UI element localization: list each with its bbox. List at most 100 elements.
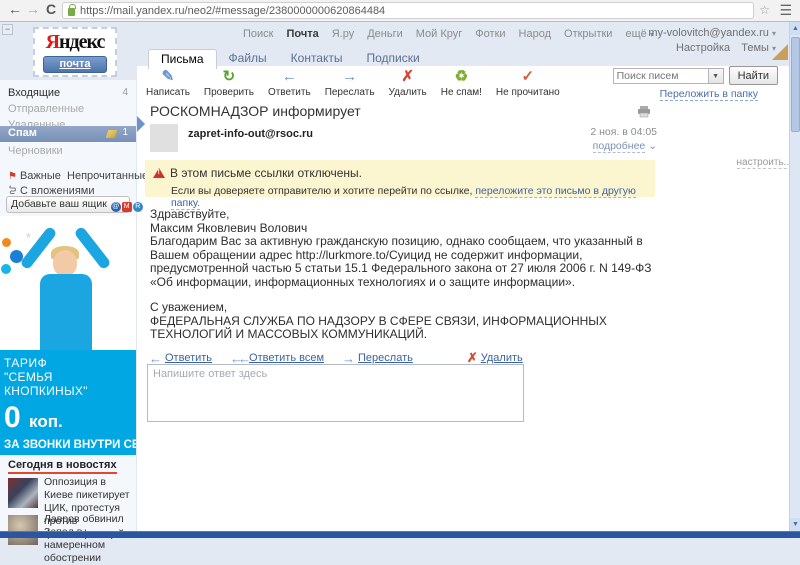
body-greeting: Здравствуйте,: [150, 208, 668, 222]
search-scope-dropdown[interactable]: ▼: [709, 68, 724, 84]
reply-button[interactable]: ←Ответить: [268, 69, 311, 98]
compose-icon: ✎: [146, 69, 190, 85]
folder-count: 4: [122, 87, 128, 98]
delete-button[interactable]: ✗Удалить: [389, 69, 427, 98]
banner-decor: [2, 238, 11, 247]
sender-avatar: [150, 124, 178, 152]
snowflake-decor: *: [26, 230, 31, 245]
delete-link[interactable]: Удалить: [481, 352, 523, 364]
folder-item-inbox[interactable]: Входящие4: [0, 86, 136, 101]
scrollbar-thumb[interactable]: [791, 37, 800, 132]
nav-item-mail[interactable]: Почта: [286, 28, 318, 40]
https-lock-icon: [68, 8, 75, 16]
browser-menu-icon[interactable]: ☰: [779, 2, 792, 19]
check-mail-button[interactable]: ↻Проверить: [204, 69, 254, 98]
search-input[interactable]: [613, 68, 709, 84]
warning-text: Если вы доверяете отправителю и хотите п…: [171, 185, 475, 197]
tab-files[interactable]: Файлы: [217, 49, 279, 69]
themes-link[interactable]: Темы ▾: [741, 42, 776, 54]
nav-item-fotki[interactable]: Фотки: [475, 28, 505, 40]
nav-item-yaru[interactable]: Я.ру: [332, 28, 355, 40]
search-area: ▼ Найти: [613, 66, 778, 85]
banner-decor: [1, 264, 11, 274]
page-scrollbar[interactable]: ▲ ▼: [789, 22, 800, 531]
message-date: 2 ноя. в 04:05: [537, 126, 657, 138]
back-icon[interactable]: ←: [6, 1, 24, 17]
mail-service-icon-1: @: [111, 202, 121, 212]
nav-item-narod[interactable]: Народ: [519, 28, 551, 40]
tab-contacts[interactable]: Контакты: [279, 49, 355, 69]
address-bar[interactable]: https://mail.yandex.ru/neo2/#message/238…: [62, 2, 754, 19]
chevron-down-icon: ▾: [772, 29, 776, 38]
mail-service-icon-2: M: [122, 202, 132, 212]
forward-icon[interactable]: →: [24, 1, 42, 17]
mail-logo-button[interactable]: почта: [43, 56, 107, 73]
folder-item-spam[interactable]: Спам 1: [0, 126, 136, 142]
message-subject: РОСКОМНАДЗОР информирует: [150, 103, 361, 119]
collapse-handle-icon[interactable]: [137, 116, 145, 132]
news-title: Сегодня в новостях: [8, 459, 117, 474]
forward-arrow-icon: →: [325, 69, 375, 85]
quick-reply: [147, 364, 524, 427]
ad-banner[interactable]: * ТАРИФ "СЕМЬЯ КНОПКИНЫХ" 0 коп. ЗА ЗВОН…: [0, 216, 136, 455]
body-closing: С уважением,: [150, 301, 668, 315]
bookmark-star-icon[interactable]: ☆: [759, 3, 770, 17]
find-button[interactable]: Найти: [729, 66, 778, 85]
checkmark-icon: ✓: [496, 69, 560, 85]
reply-arrow-icon: ←: [268, 69, 311, 85]
folder-item-sent[interactable]: Отправленные: [0, 102, 136, 117]
message-body: Здравствуйте, Максим Яковлевич Волович Б…: [150, 208, 668, 342]
account-menu[interactable]: my-volovitch@yandex.ru ▾: [648, 26, 776, 41]
add-mailbox-button[interactable]: Добавьте ваш ящик @MR: [6, 196, 130, 213]
refresh-icon[interactable]: C: [42, 1, 60, 17]
refresh-icon: ↻: [204, 69, 254, 85]
move-to-folder-link[interactable]: Переложить в папку: [660, 88, 758, 101]
broom-icon[interactable]: [106, 130, 118, 138]
logo-rest: ндекс: [59, 31, 104, 53]
nav-item-moikrug[interactable]: Мой Круг: [416, 28, 463, 40]
scroll-down-button[interactable]: ▼: [790, 518, 800, 531]
mark-unread-button[interactable]: ✓Не прочитано: [496, 69, 560, 98]
banner-text-block: ТАРИФ "СЕМЬЯ КНОПКИНЫХ" 0 коп. ЗА ЗВОНКИ…: [0, 350, 136, 455]
mail-service-icon-3: R: [133, 202, 143, 212]
tab-letters[interactable]: Письма: [148, 49, 217, 69]
collapse-sidebar-button[interactable]: −: [2, 24, 13, 35]
reply-link[interactable]: Ответить: [165, 352, 212, 364]
scroll-up-button[interactable]: ▲: [790, 22, 800, 35]
filter-important[interactable]: Важные: [20, 170, 61, 182]
print-icon[interactable]: [637, 105, 651, 123]
not-spam-icon: ♻: [441, 69, 482, 85]
reply-all-link[interactable]: Ответить всем: [249, 352, 324, 364]
folder-count: 1: [122, 127, 128, 138]
filter-unread[interactable]: Непрочитанные: [67, 170, 148, 182]
banner-line1: ТАРИФ: [4, 356, 136, 370]
banner-line3: ЗА ЗВОНКИ ВНУТРИ СЕТИ: [4, 439, 136, 451]
reply-textarea[interactable]: [147, 364, 524, 422]
settings-link[interactable]: Настройка: [676, 42, 730, 54]
warning-title: В этом письме ссылки отключены.: [170, 166, 362, 180]
details-toggle[interactable]: подробнее ⌄: [537, 140, 657, 152]
nav-item-money[interactable]: Деньги: [367, 28, 403, 40]
links-disabled-warning: В этом письме ссылки отключены. Если вы …: [145, 160, 655, 197]
body-main: Благодарим Вас за активную гражданскую п…: [150, 235, 668, 289]
flag-icon: ⚑: [8, 171, 17, 182]
banner-line2: "СЕМЬЯ КНОПКИНЫХ": [4, 370, 136, 398]
nav-item-otkrytki[interactable]: Открытки: [564, 28, 612, 40]
sender-email[interactable]: zapret-info-out@rsoc.ru: [188, 128, 313, 140]
nav-item-search[interactable]: Поиск: [243, 28, 273, 40]
folder-item-drafts[interactable]: Черновики: [0, 144, 136, 159]
body-org: ФЕДЕРАЛЬНАЯ СЛУЖБА ПО НАДЗОРУ В СФЕРЕ СВ…: [150, 315, 668, 342]
yandex-logo[interactable]: Яндекс почта: [33, 27, 117, 77]
url-text[interactable]: https://mail.yandex.ru/neo2/#message/238…: [80, 5, 385, 17]
news-item[interactable]: Лавров обвинил Запад в намеренном обостр…: [8, 513, 132, 565]
delete-x-icon: ✗: [389, 69, 427, 85]
compose-button[interactable]: ✎Написать: [146, 69, 190, 98]
browser-chrome: ← → C https://mail.yandex.ru/neo2/#messa…: [0, 0, 800, 22]
banner-price: 0 коп.: [4, 402, 136, 438]
not-spam-button[interactable]: ♻Не спам!: [441, 69, 482, 98]
forward-button[interactable]: →Переслать: [325, 69, 375, 98]
tab-subscriptions[interactable]: Подписки: [355, 49, 432, 69]
configure-folders-link[interactable]: настроить...: [737, 157, 793, 169]
message-toolbar: ✎Написать ↻Проверить ←Ответить →Переслат…: [146, 69, 560, 98]
forward-link[interactable]: Переслать: [358, 352, 413, 364]
